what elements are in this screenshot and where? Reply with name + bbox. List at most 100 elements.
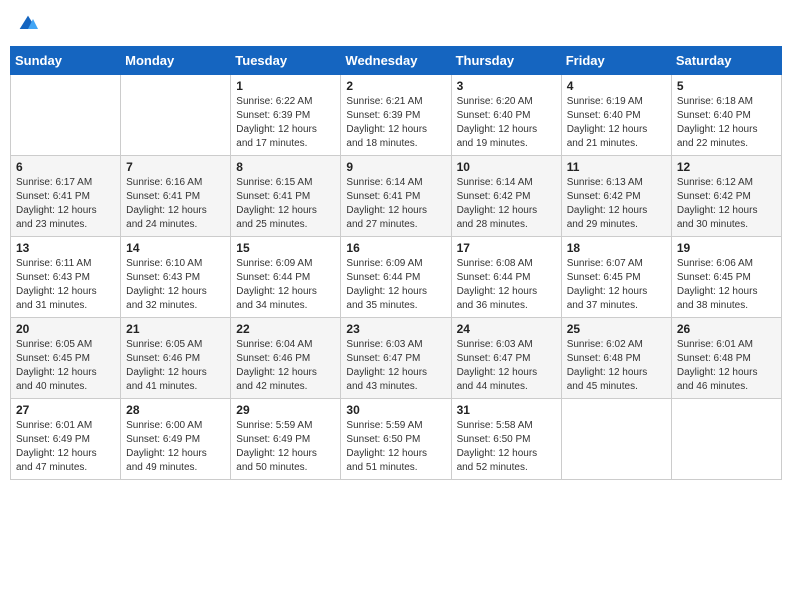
- calendar-cell: [561, 399, 671, 480]
- calendar-cell: 1Sunrise: 6:22 AM Sunset: 6:39 PM Daylig…: [231, 75, 341, 156]
- day-number: 26: [677, 322, 776, 336]
- day-info: Sunrise: 6:09 AM Sunset: 6:44 PM Dayligh…: [346, 257, 445, 313]
- calendar-cell: 22 Sunrise: 6:04 AM Sunset: 6:46 PM Dayli…: [231, 318, 341, 399]
- calendar-cell: 7 Sunrise: 6:16 AM Sunset: 6:41 PM Daylig…: [121, 156, 231, 237]
- day-number: 17: [457, 241, 556, 255]
- calendar-week-row: 13 Sunrise: 6:11 AM Sunset: 6:43 PM Dayli…: [11, 237, 782, 318]
- day-number: 20: [16, 322, 115, 336]
- calendar-cell: 14 Sunrise: 6:10 AM Sunset: 6:43 PM Dayli…: [121, 237, 231, 318]
- day-number: 12: [677, 160, 776, 174]
- calendar-cell: 12 Sunrise: 6:12 AM Sunset: 6:42 PM Dayli…: [671, 156, 781, 237]
- calendar-cell: 21 Sunrise: 6:05 AM Sunset: 6:46 PM Dayli…: [121, 318, 231, 399]
- calendar-cell: 11 Sunrise: 6:13 AM Sunset: 6:42 PM Dayli…: [561, 156, 671, 237]
- day-number: 4: [567, 79, 666, 93]
- day-info: Sunrise: 6:14 AM Sunset: 6:41 PM Dayligh…: [346, 176, 445, 232]
- day-info: Sunrise: 6:04 AM Sunset: 6:46 PM Dayligh…: [236, 338, 335, 394]
- calendar-cell: 18 Sunrise: 6:07 AM Sunset: 6:45 PM Dayli…: [561, 237, 671, 318]
- day-info: Sunrise: 5:59 AM Sunset: 6:49 PM Dayligh…: [236, 419, 335, 475]
- calendar-cell: [121, 75, 231, 156]
- logo: [16, 14, 38, 34]
- calendar-cell: 23 Sunrise: 6:03 AM Sunset: 6:47 PM Dayli…: [341, 318, 451, 399]
- day-number: 19: [677, 241, 776, 255]
- day-info: Sunrise: 6:01 AM Sunset: 6:48 PM Dayligh…: [677, 338, 776, 394]
- day-info: Sunrise: 5:58 AM Sunset: 6:50 PM Dayligh…: [457, 419, 556, 475]
- day-number: 7: [126, 160, 225, 174]
- day-number: 14: [126, 241, 225, 255]
- logo-icon: [18, 14, 38, 34]
- header-monday: Monday: [121, 47, 231, 75]
- day-info: Sunrise: 6:16 AM Sunset: 6:41 PM Dayligh…: [126, 176, 225, 232]
- day-info: Sunrise: 6:20 AM Sunset: 6:40 PM Dayligh…: [457, 95, 556, 151]
- header: [10, 10, 782, 38]
- header-tuesday: Tuesday: [231, 47, 341, 75]
- day-number: 16: [346, 241, 445, 255]
- calendar-cell: 6 Sunrise: 6:17 AM Sunset: 6:41 PM Daylig…: [11, 156, 121, 237]
- day-info: Sunrise: 6:17 AM Sunset: 6:41 PM Dayligh…: [16, 176, 115, 232]
- calendar-cell: [11, 75, 121, 156]
- day-info: Sunrise: 6:03 AM Sunset: 6:47 PM Dayligh…: [346, 338, 445, 394]
- calendar-cell: 28Sunrise: 6:00 AM Sunset: 6:49 PM Dayli…: [121, 399, 231, 480]
- day-info: Sunrise: 6:02 AM Sunset: 6:48 PM Dayligh…: [567, 338, 666, 394]
- day-number: 24: [457, 322, 556, 336]
- calendar-cell: 24Sunrise: 6:03 AM Sunset: 6:47 PM Dayli…: [451, 318, 561, 399]
- day-info: Sunrise: 6:07 AM Sunset: 6:45 PM Dayligh…: [567, 257, 666, 313]
- calendar-cell: 4 Sunrise: 6:19 AM Sunset: 6:40 PM Daylig…: [561, 75, 671, 156]
- calendar-week-row: 1Sunrise: 6:22 AM Sunset: 6:39 PM Daylig…: [11, 75, 782, 156]
- day-number: 10: [457, 160, 556, 174]
- calendar-week-row: 6 Sunrise: 6:17 AM Sunset: 6:41 PM Daylig…: [11, 156, 782, 237]
- day-info: Sunrise: 6:06 AM Sunset: 6:45 PM Dayligh…: [677, 257, 776, 313]
- day-info: Sunrise: 6:08 AM Sunset: 6:44 PM Dayligh…: [457, 257, 556, 313]
- day-info: Sunrise: 6:14 AM Sunset: 6:42 PM Dayligh…: [457, 176, 556, 232]
- day-number: 9: [346, 160, 445, 174]
- calendar-cell: 15 Sunrise: 6:09 AM Sunset: 6:44 PM Dayli…: [231, 237, 341, 318]
- calendar-header-row: SundayMondayTuesdayWednesdayThursdayFrid…: [11, 47, 782, 75]
- calendar-cell: 29 Sunrise: 5:59 AM Sunset: 6:49 PM Dayli…: [231, 399, 341, 480]
- calendar-cell: 13 Sunrise: 6:11 AM Sunset: 6:43 PM Dayli…: [11, 237, 121, 318]
- day-number: 2: [346, 79, 445, 93]
- calendar-cell: 3Sunrise: 6:20 AM Sunset: 6:40 PM Daylig…: [451, 75, 561, 156]
- calendar-cell: 30 Sunrise: 5:59 AM Sunset: 6:50 PM Dayli…: [341, 399, 451, 480]
- day-number: 11: [567, 160, 666, 174]
- calendar-cell: 25 Sunrise: 6:02 AM Sunset: 6:48 PM Dayli…: [561, 318, 671, 399]
- calendar-week-row: 20 Sunrise: 6:05 AM Sunset: 6:45 PM Dayli…: [11, 318, 782, 399]
- calendar-cell: 2Sunrise: 6:21 AM Sunset: 6:39 PM Daylig…: [341, 75, 451, 156]
- calendar-cell: 5 Sunrise: 6:18 AM Sunset: 6:40 PM Daylig…: [671, 75, 781, 156]
- day-info: Sunrise: 6:10 AM Sunset: 6:43 PM Dayligh…: [126, 257, 225, 313]
- day-number: 23: [346, 322, 445, 336]
- calendar-cell: 27Sunrise: 6:01 AM Sunset: 6:49 PM Dayli…: [11, 399, 121, 480]
- day-number: 15: [236, 241, 335, 255]
- calendar-cell: 19 Sunrise: 6:06 AM Sunset: 6:45 PM Dayli…: [671, 237, 781, 318]
- day-number: 1: [236, 79, 335, 93]
- day-info: Sunrise: 6:01 AM Sunset: 6:49 PM Dayligh…: [16, 419, 115, 475]
- day-info: Sunrise: 5:59 AM Sunset: 6:50 PM Dayligh…: [346, 419, 445, 475]
- calendar-cell: 31 Sunrise: 5:58 AM Sunset: 6:50 PM Dayli…: [451, 399, 561, 480]
- calendar-cell: 9 Sunrise: 6:14 AM Sunset: 6:41 PM Daylig…: [341, 156, 451, 237]
- day-info: Sunrise: 6:11 AM Sunset: 6:43 PM Dayligh…: [16, 257, 115, 313]
- day-number: 31: [457, 403, 556, 417]
- day-info: Sunrise: 6:09 AM Sunset: 6:44 PM Dayligh…: [236, 257, 335, 313]
- day-number: 25: [567, 322, 666, 336]
- calendar-cell: 17 Sunrise: 6:08 AM Sunset: 6:44 PM Dayli…: [451, 237, 561, 318]
- header-wednesday: Wednesday: [341, 47, 451, 75]
- header-friday: Friday: [561, 47, 671, 75]
- day-number: 13: [16, 241, 115, 255]
- day-number: 30: [346, 403, 445, 417]
- calendar-cell: 16 Sunrise: 6:09 AM Sunset: 6:44 PM Dayli…: [341, 237, 451, 318]
- day-number: 8: [236, 160, 335, 174]
- day-info: Sunrise: 6:19 AM Sunset: 6:40 PM Dayligh…: [567, 95, 666, 151]
- calendar-cell: [671, 399, 781, 480]
- header-saturday: Saturday: [671, 47, 781, 75]
- day-number: 21: [126, 322, 225, 336]
- day-number: 5: [677, 79, 776, 93]
- day-number: 18: [567, 241, 666, 255]
- day-number: 6: [16, 160, 115, 174]
- day-info: Sunrise: 6:05 AM Sunset: 6:45 PM Dayligh…: [16, 338, 115, 394]
- day-info: Sunrise: 6:13 AM Sunset: 6:42 PM Dayligh…: [567, 176, 666, 232]
- day-info: Sunrise: 6:12 AM Sunset: 6:42 PM Dayligh…: [677, 176, 776, 232]
- day-number: 22: [236, 322, 335, 336]
- day-number: 29: [236, 403, 335, 417]
- day-info: Sunrise: 6:05 AM Sunset: 6:46 PM Dayligh…: [126, 338, 225, 394]
- calendar-cell: 8Sunrise: 6:15 AM Sunset: 6:41 PM Daylig…: [231, 156, 341, 237]
- day-number: 28: [126, 403, 225, 417]
- day-info: Sunrise: 6:18 AM Sunset: 6:40 PM Dayligh…: [677, 95, 776, 151]
